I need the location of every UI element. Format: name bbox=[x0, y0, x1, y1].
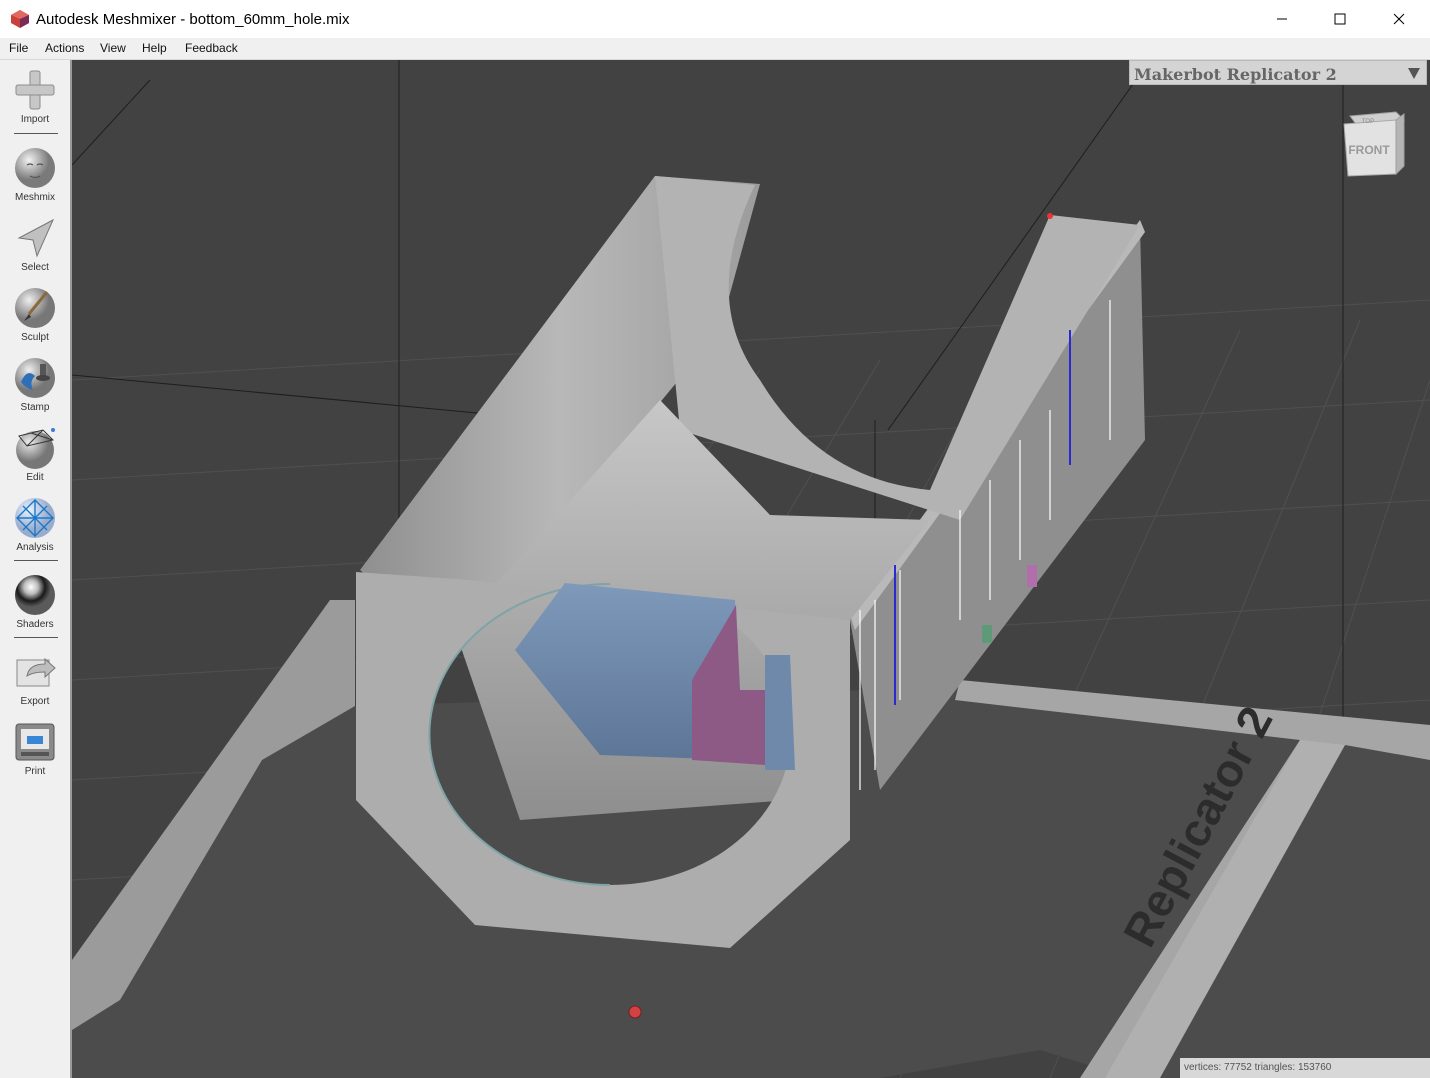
import-label: Import bbox=[20, 114, 50, 125]
close-icon bbox=[1393, 13, 1405, 25]
shaders-label: Shaders bbox=[16, 619, 54, 630]
shaders-tool-button[interactable]: Shaders bbox=[0, 573, 70, 630]
mesh-stats: vertices: 77752 triangles: 153760 bbox=[1180, 1058, 1430, 1078]
edit-tool-button[interactable]: Edit bbox=[0, 426, 70, 483]
export-label: Export bbox=[20, 696, 50, 707]
print-tool-button[interactable]: Print bbox=[0, 720, 70, 777]
export-arrow-icon bbox=[16, 657, 56, 687]
stamp-sphere-icon bbox=[15, 358, 55, 398]
printer-icon bbox=[15, 723, 55, 761]
minimize-icon bbox=[1277, 18, 1287, 20]
pivot-point bbox=[628, 1005, 642, 1019]
menu-feedback[interactable]: Feedback bbox=[185, 41, 238, 55]
menu-help[interactable]: Help bbox=[142, 41, 167, 55]
plus-icon bbox=[15, 70, 55, 110]
view-cube-icon: TOP FRONT bbox=[1343, 111, 1406, 177]
stamp-tool-button[interactable]: Stamp bbox=[0, 356, 70, 413]
meshmix-tool-button[interactable]: Meshmix bbox=[0, 146, 70, 203]
printer-select-value: Makerbot Replicator 2 bbox=[1134, 65, 1337, 84]
sculpt-label: Sculpt bbox=[21, 332, 49, 343]
select-tool-button[interactable]: Select bbox=[0, 216, 70, 273]
view-cube-top-label: TOP bbox=[1362, 119, 1374, 125]
import-tool-button[interactable]: Import bbox=[0, 68, 70, 125]
toolbar-divider bbox=[14, 133, 58, 134]
meshmix-label: Meshmix bbox=[14, 192, 55, 203]
pivot-point bbox=[1047, 213, 1053, 219]
view-cube-front-label: FRONT bbox=[1348, 143, 1390, 157]
menu-actions[interactable]: Actions bbox=[45, 41, 84, 55]
3d-viewport[interactable]: Replicator 2 bbox=[72, 60, 1430, 1078]
printer-select[interactable]: Makerbot Replicator 2 bbox=[1129, 60, 1427, 85]
toolbar-divider bbox=[14, 560, 58, 561]
maximize-button[interactable] bbox=[1311, 0, 1369, 38]
window-title: Autodesk Meshmixer - bottom_60mm_hole.mi… bbox=[36, 10, 350, 28]
meshmixer-logo-icon bbox=[11, 10, 29, 28]
title-bar: Autodesk Meshmixer - bottom_60mm_hole.mi… bbox=[0, 0, 1430, 38]
minimize-button[interactable] bbox=[1253, 0, 1311, 38]
analysis-label: Analysis bbox=[16, 542, 54, 553]
edit-label: Edit bbox=[26, 472, 44, 483]
dropdown-arrow-icon bbox=[1408, 68, 1420, 79]
print-label: Print bbox=[24, 766, 46, 777]
mesh-edit-sphere-icon bbox=[16, 428, 55, 469]
face-sphere-icon bbox=[15, 148, 55, 188]
view-cube[interactable]: TOP FRONT bbox=[1338, 106, 1408, 183]
scene-render bbox=[72, 60, 1430, 1078]
close-button[interactable] bbox=[1370, 0, 1428, 38]
stamp-label: Stamp bbox=[20, 402, 50, 413]
sculpt-tool-button[interactable]: Sculpt bbox=[0, 286, 70, 343]
tool-sidebar: Import Meshmix Select Sculpt Stamp Edit … bbox=[0, 60, 72, 1078]
maximize-icon bbox=[1334, 13, 1346, 25]
wireframe-sphere-icon bbox=[15, 498, 55, 538]
menu-bar: File Actions View Help Feedback bbox=[0, 38, 1430, 60]
arrow-cursor-icon bbox=[17, 218, 55, 258]
analysis-tool-button[interactable]: Analysis bbox=[0, 496, 70, 553]
menu-view[interactable]: View bbox=[100, 41, 126, 55]
mesh-stats-text: vertices: 77752 triangles: 153760 bbox=[1184, 1062, 1332, 1073]
toolbar-divider bbox=[14, 637, 58, 638]
brush-sphere-icon bbox=[15, 288, 55, 328]
select-label: Select bbox=[21, 262, 49, 273]
export-tool-button[interactable]: Export bbox=[0, 650, 70, 707]
menu-file[interactable]: File bbox=[9, 41, 28, 55]
blue-part-end bbox=[765, 655, 795, 770]
chrome-sphere-icon bbox=[15, 575, 55, 615]
